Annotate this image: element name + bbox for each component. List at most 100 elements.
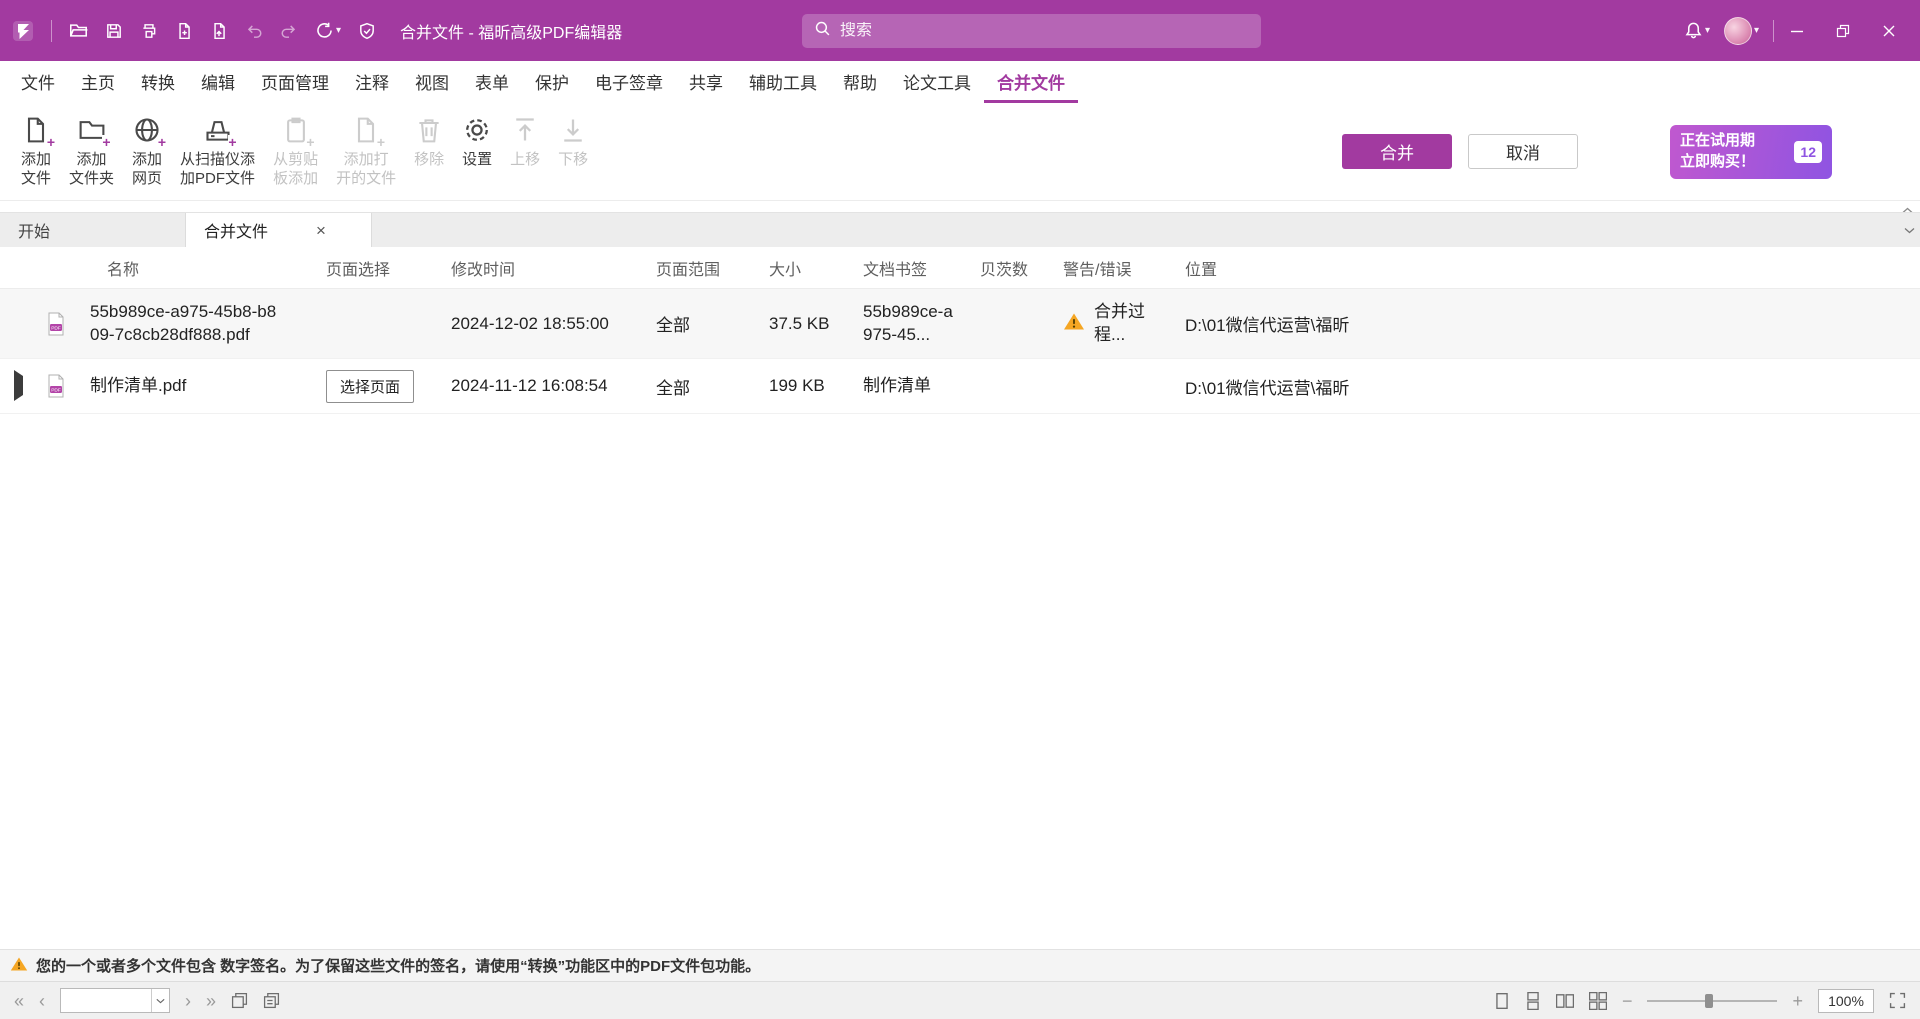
add-webpage-button[interactable]: + 添加 网页 <box>123 109 171 195</box>
undo-icon[interactable] <box>245 22 263 40</box>
remove-button: 移除 <box>405 109 453 176</box>
ribbon-collapse-strip <box>0 201 1920 212</box>
menu-tab-organize[interactable]: 页面管理 <box>248 61 342 103</box>
first-page-button[interactable]: « <box>14 992 24 1010</box>
file-location: D:\01微信代运营\福昕 <box>1185 311 1920 336</box>
col-header-modified[interactable]: 修改时间 <box>451 256 656 280</box>
menu-tab-esign[interactable]: 电子签章 <box>582 61 676 103</box>
menu-tab-accessibility[interactable]: 辅助工具 <box>736 61 830 103</box>
notifications-bell-icon[interactable]: ▾ <box>1684 21 1710 40</box>
table-row[interactable]: PDF 55b989ce-a975-45b8-b809-7c8cb28df888… <box>0 289 1920 359</box>
tab-list-dropdown-icon[interactable] <box>1904 213 1915 248</box>
page-select-cell: 选择页面 <box>326 370 451 403</box>
file-size: 37.5 KB <box>769 314 863 334</box>
svg-text:PDF: PDF <box>51 325 61 331</box>
menu-tab-home[interactable]: 主页 <box>68 61 128 103</box>
user-avatar[interactable]: ▾ <box>1724 17 1759 45</box>
chevron-down-icon[interactable] <box>151 989 169 1012</box>
scanner-icon: + <box>203 115 233 145</box>
previous-page-button[interactable]: ‹ <box>39 992 45 1010</box>
doc-tab-merge-files[interactable]: 合并文件 × <box>186 213 372 247</box>
save-icon[interactable] <box>105 22 123 40</box>
menu-tab-convert[interactable]: 转换 <box>128 61 188 103</box>
col-header-page-select[interactable]: 页面选择 <box>326 256 451 280</box>
menu-tab-help[interactable]: 帮助 <box>830 61 890 103</box>
warning-icon <box>1063 312 1085 336</box>
avatar <box>1724 17 1752 45</box>
zoom-slider[interactable] <box>1647 1000 1777 1002</box>
document-tab-bar: 开始 合并文件 × <box>0 212 1920 247</box>
merge-file-list: 名称 页面选择 修改时间 页面范围 大小 文档书签 贝茨数 警告/错误 位置 P… <box>0 247 1920 949</box>
open-file-icon[interactable] <box>69 21 88 40</box>
facing-view-button[interactable] <box>1556 992 1574 1010</box>
zoom-out-button[interactable]: − <box>1622 992 1633 1010</box>
export-pdf-icon[interactable] <box>175 22 193 40</box>
settings-button[interactable]: 设置 <box>453 109 501 176</box>
window-title: 合并文件 - 福昕高级PDF编辑器 <box>400 19 622 43</box>
search-box[interactable] <box>802 14 1261 48</box>
restore-button[interactable] <box>1820 0 1866 61</box>
button-label: 设置 <box>462 151 492 170</box>
trial-buy-banner[interactable]: 正在试用期 立即购买！ 12 <box>1670 125 1832 179</box>
add-web-icon: + <box>132 115 162 145</box>
doc-tab-start[interactable]: 开始 <box>0 213 186 247</box>
snapshot-icon[interactable] <box>231 992 248 1009</box>
col-header-location[interactable]: 位置 <box>1185 256 1920 280</box>
menu-tab-file[interactable]: 文件 <box>8 61 68 103</box>
chevron-down-icon: ▾ <box>336 25 341 36</box>
col-header-page-range[interactable]: 页面范围 <box>656 256 769 280</box>
menu-tab-edit[interactable]: 编辑 <box>188 61 248 103</box>
col-header-name[interactable]: 名称 <box>90 256 326 280</box>
col-header-bookmarks[interactable]: 文档书签 <box>863 256 980 280</box>
zoom-slider-thumb[interactable] <box>1705 994 1713 1008</box>
col-header-warnings[interactable]: 警告/错误 <box>1063 256 1185 280</box>
close-tab-icon[interactable]: × <box>316 222 326 239</box>
col-header-bates[interactable]: 贝茨数 <box>980 256 1063 280</box>
menu-tab-protect[interactable]: 保护 <box>522 61 582 103</box>
choose-pages-button[interactable]: 选择页面 <box>326 370 414 403</box>
last-page-button[interactable]: » <box>206 992 216 1010</box>
menu-tab-merge-files[interactable]: 合并文件 <box>984 61 1078 103</box>
menu-tab-share[interactable]: 共享 <box>676 61 736 103</box>
close-button[interactable] <box>1866 0 1912 61</box>
merge-button[interactable]: 合并 <box>1342 134 1452 169</box>
trust-shield-icon[interactable] <box>358 22 376 40</box>
add-open-files-button: + 添加打 开的文件 <box>327 109 405 195</box>
fullscreen-button[interactable] <box>1889 992 1906 1009</box>
col-header-size[interactable]: 大小 <box>769 256 863 280</box>
minimize-button[interactable] <box>1774 0 1820 61</box>
table-row[interactable]: PDF 制作清单.pdf 选择页面 2024-11-12 16:08:54 全部… <box>0 359 1920 414</box>
statusbar: 您的一个或者多个文件包含 数字签名。为了保留这些文件的签名，请使用“转换”功能区… <box>0 949 1920 981</box>
menu-tab-paper-tools[interactable]: 论文工具 <box>890 61 984 103</box>
add-folder-button[interactable]: + 添加 文件夹 <box>60 109 123 195</box>
sync-account-icon[interactable]: ▾ <box>315 21 341 40</box>
expand-cell[interactable] <box>0 376 34 396</box>
search-input[interactable] <box>840 22 1249 40</box>
menu-tab-view[interactable]: 视图 <box>402 61 462 103</box>
warning-text: 合并过程... <box>1094 301 1158 347</box>
print-icon[interactable] <box>140 22 158 40</box>
create-pdf-icon[interactable] <box>210 22 228 40</box>
add-from-scanner-button[interactable]: + 从扫描仪添 加PDF文件 <box>171 109 264 195</box>
ribbon-tab-bar: 文件 主页 转换 编辑 页面管理 注释 视图 表单 保护 电子签章 共享 辅助工… <box>0 61 1920 103</box>
book-view-button[interactable] <box>1589 992 1607 1010</box>
chevron-down-icon: ▾ <box>1705 25 1710 36</box>
page-number-combo[interactable] <box>60 988 170 1013</box>
cancel-button[interactable]: 取消 <box>1468 134 1578 169</box>
expand-row-icon[interactable] <box>14 370 23 401</box>
menu-tab-comment[interactable]: 注释 <box>342 61 402 103</box>
titlebar-separator <box>51 20 52 42</box>
move-down-button: 下移 <box>549 109 597 176</box>
warning-cell[interactable]: 合并过程... <box>1063 301 1185 347</box>
menu-tab-form[interactable]: 表单 <box>462 61 522 103</box>
zoom-in-button[interactable]: + <box>1792 992 1803 1010</box>
single-page-view-button[interactable] <box>1494 992 1510 1010</box>
redo-icon[interactable] <box>280 22 298 40</box>
add-files-button[interactable]: + 添加 文件 <box>12 109 60 195</box>
copy-page-icon[interactable] <box>263 992 280 1009</box>
continuous-view-button[interactable] <box>1525 992 1541 1010</box>
add-folder-icon: + <box>77 115 107 145</box>
zoom-level-box[interactable]: 100% <box>1818 989 1874 1013</box>
next-page-button[interactable]: › <box>185 992 191 1010</box>
page-number-input[interactable] <box>61 989 151 1012</box>
